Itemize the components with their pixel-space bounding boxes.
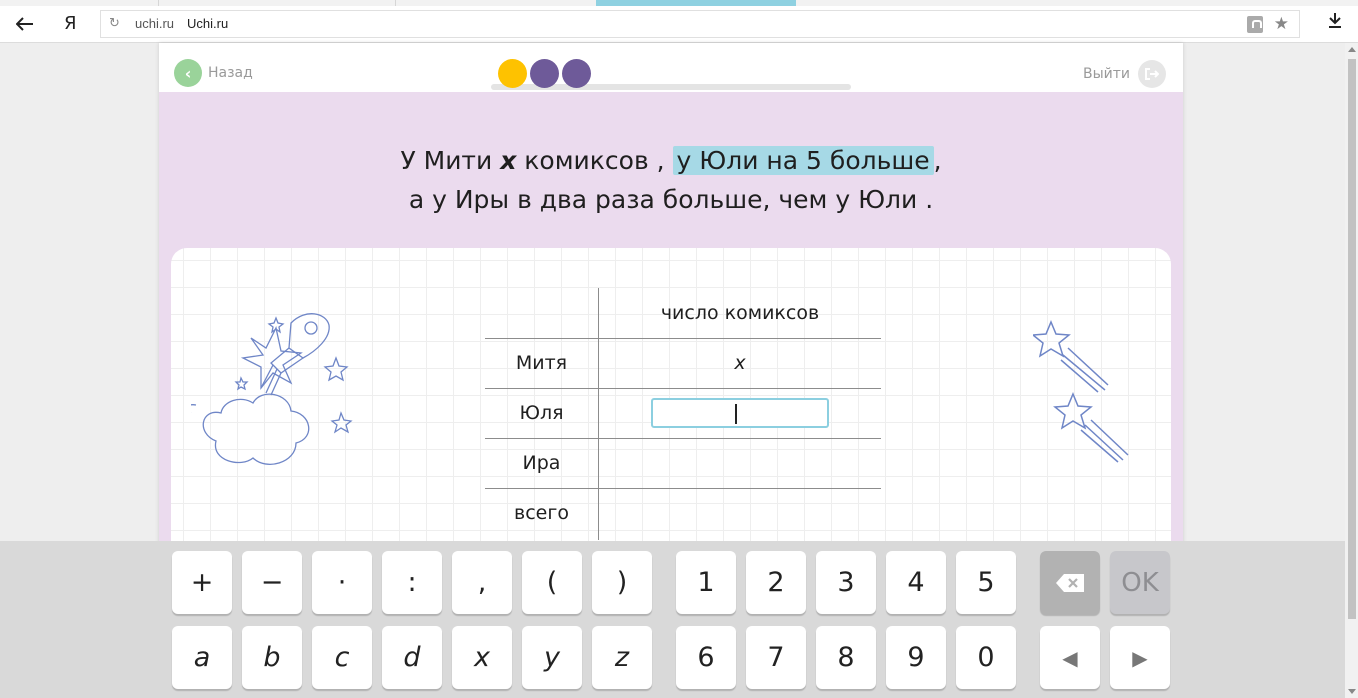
tab-separator — [395, 0, 396, 6]
table-row: всего — [485, 488, 881, 538]
back-button[interactable]: ‹ Назад — [174, 59, 253, 87]
key-open-paren[interactable]: ( — [522, 551, 582, 614]
exit-label: Выйти — [1082, 66, 1130, 82]
lock-icon[interactable] — [1247, 16, 1263, 33]
key-digit[interactable]: 9 — [886, 626, 946, 689]
highlighted-phrase: у Юли на 5 больше — [672, 146, 934, 175]
key-digit[interactable]: 4 — [886, 551, 946, 614]
table-header-row: число комиксов — [485, 288, 881, 338]
reload-icon[interactable]: ↻ — [109, 16, 120, 31]
row-value: x — [734, 352, 746, 374]
problem-text: комиксов , — [524, 146, 665, 175]
key-letter[interactable]: b — [242, 626, 302, 689]
answer-input[interactable] — [651, 398, 829, 428]
problem-text: , — [933, 146, 942, 175]
key-digit[interactable]: 1 — [676, 551, 736, 614]
key-digit[interactable]: 8 — [816, 626, 876, 689]
progress-dot — [530, 59, 559, 88]
key-plus[interactable]: + — [172, 551, 232, 614]
backspace-icon — [1056, 573, 1084, 592]
key-letter[interactable]: z — [592, 626, 652, 689]
key-close-paren[interactable]: ) — [592, 551, 652, 614]
row-name: Митя — [515, 352, 568, 374]
key-digit[interactable]: 7 — [746, 626, 806, 689]
backspace-key[interactable] — [1040, 551, 1100, 614]
rocket-illustration-icon — [191, 313, 353, 465]
key-multiply[interactable]: · — [312, 551, 372, 614]
shooting-stars-icon — [1033, 320, 1129, 463]
browser-logo[interactable]: Я — [64, 13, 77, 34]
problem-statement: У Мити x комиксов , у Юли на 5 больше, а… — [159, 141, 1183, 219]
key-comma[interactable]: , — [452, 551, 512, 614]
key-digit[interactable]: 2 — [746, 551, 806, 614]
math-keyboard: + − · : , ( ) 1 2 3 4 5 OK a b c d x y z… — [0, 541, 1345, 698]
scroll-up-icon[interactable] — [1348, 47, 1356, 52]
scroll-down-icon[interactable] — [1348, 689, 1356, 694]
key-digit[interactable]: 0 — [956, 626, 1016, 689]
address-bar[interactable]: ↻ uchi.ru Uchi.ru ★ — [100, 10, 1300, 38]
back-arrow-icon[interactable] — [14, 14, 36, 34]
key-letter[interactable]: y — [522, 626, 582, 689]
key-digit[interactable]: 6 — [676, 626, 736, 689]
url-page-title: Uchi.ru — [187, 16, 229, 31]
download-icon[interactable] — [1328, 12, 1342, 33]
cursor-right-key[interactable]: ▶ — [1110, 626, 1170, 689]
star-icon[interactable]: ★ — [1274, 14, 1289, 34]
progress-dot — [562, 59, 591, 88]
active-tab[interactable] — [596, 0, 796, 6]
variable-x: x — [500, 146, 517, 175]
back-label: Назад — [208, 65, 253, 81]
scroll-thumb[interactable] — [1348, 59, 1356, 619]
task-header: ‹ Назад Выйти — [159, 43, 1183, 92]
row-name: Ира — [522, 452, 561, 474]
key-letter[interactable]: d — [382, 626, 442, 689]
exit-icon — [1138, 60, 1166, 88]
row-value[interactable] — [599, 488, 881, 538]
page-scrollbar[interactable] — [1345, 43, 1358, 698]
problem-text: У Мити — [400, 146, 493, 175]
key-letter[interactable]: a — [172, 626, 232, 689]
exit-button[interactable]: Выйти — [1083, 60, 1166, 88]
cursor-left-key[interactable]: ◀ — [1040, 626, 1100, 689]
text-caret — [735, 404, 737, 424]
url-domain: uchi.ru — [135, 16, 175, 31]
problem-line-2: а у Иры в два раза больше, чем у Юли . — [408, 185, 934, 214]
table-row: Митя x — [485, 338, 881, 388]
table-row: Юля — [485, 388, 881, 438]
row-value[interactable] — [599, 438, 881, 488]
key-letter[interactable]: x — [452, 626, 512, 689]
tab-strip — [0, 0, 1358, 6]
row-value-cell — [599, 388, 881, 438]
row-name: Юля — [519, 402, 564, 424]
key-divide[interactable]: : — [382, 551, 442, 614]
chevron-left-icon: ‹ — [174, 59, 202, 87]
key-minus[interactable]: − — [242, 551, 302, 614]
table-row: Ира — [485, 438, 881, 488]
column-header: число комиксов — [660, 302, 820, 324]
ok-button[interactable]: OK — [1110, 551, 1170, 614]
browser-toolbar: Я ↻ uchi.ru Uchi.ru ★ — [0, 0, 1358, 43]
row-name: всего — [514, 502, 569, 524]
key-digit[interactable]: 3 — [816, 551, 876, 614]
progress-dot-current — [498, 59, 527, 88]
problem-line-1: У Мити x комиксов , у Юли на 5 больше, — [159, 141, 1183, 180]
key-digit[interactable]: 5 — [956, 551, 1016, 614]
key-letter[interactable]: c — [312, 626, 372, 689]
tab-separator — [158, 0, 159, 6]
